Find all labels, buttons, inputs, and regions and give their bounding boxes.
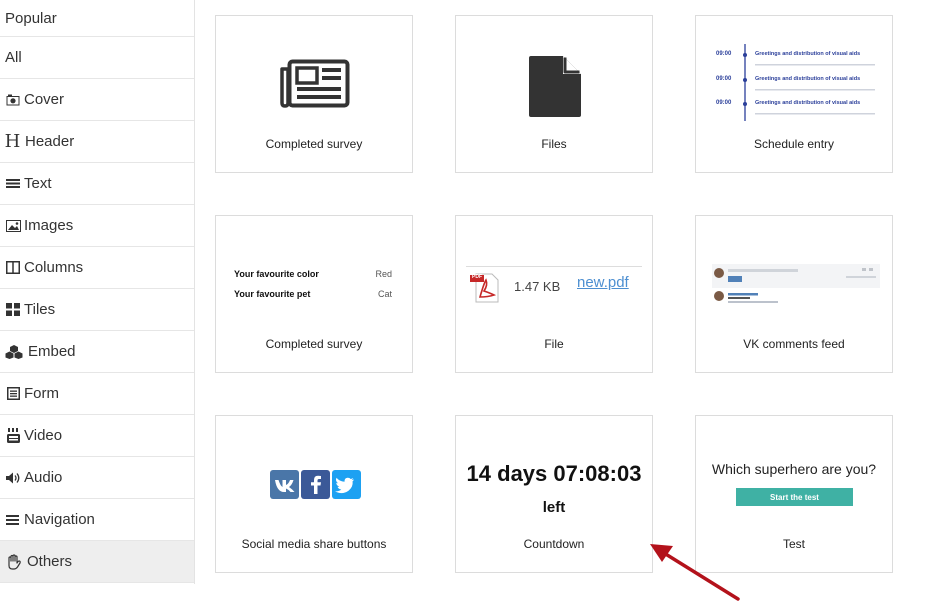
schedule-time: 09:00: [716, 51, 732, 57]
cubes-icon: [5, 344, 23, 360]
sidebar-item-label: Audio: [24, 469, 63, 486]
schedule-title: Greetings and distribution of visual aid…: [755, 76, 861, 82]
sidebar-item-all[interactable]: All: [0, 37, 194, 79]
block-card-social-media-share-buttons[interactable]: Social media share buttons: [215, 415, 413, 573]
survey-question: Your favourite color: [234, 269, 319, 279]
sidebar-item-label: Form: [24, 385, 59, 402]
schedule-time: 09:00: [716, 76, 732, 82]
schedule-title: Greetings and distribution of visual aid…: [755, 51, 861, 57]
block-preview: Your favourite color Red Your favourite …: [216, 216, 412, 336]
block-card-label: Countdown: [523, 537, 585, 551]
comments-feed: [712, 264, 880, 303]
sidebar-item-label: Cover: [24, 91, 65, 108]
pdf-badge: PDF: [472, 274, 482, 280]
sidebar-item-label: Text: [24, 175, 52, 192]
sidebar-item-label: Popular: [5, 9, 57, 27]
text-lines-icon: [5, 176, 21, 192]
social-icons: [270, 470, 361, 499]
block-preview: [216, 416, 412, 536]
block-card-schedule-entry[interactable]: 09:00 Greetings and distribution of visu…: [695, 15, 893, 173]
sidebar-item-label: Header: [25, 133, 75, 150]
sidebar-item-audio[interactable]: Audio: [0, 457, 194, 499]
image-icon: [5, 218, 21, 234]
sidebar-item-text[interactable]: Text: [0, 163, 194, 205]
start-test-button: Start the test: [736, 488, 853, 506]
sidebar-item-form[interactable]: Form: [0, 373, 194, 415]
survey-answer: Cat: [377, 289, 392, 299]
sidebar-item-images[interactable]: Images: [0, 205, 194, 247]
block-card-label: Files: [541, 137, 567, 151]
block-card-countdown[interactable]: 14 days 07:08:03 left Countdown: [455, 415, 653, 573]
survey-question: Your favourite pet: [234, 289, 311, 299]
speaker-icon: [5, 470, 21, 486]
file-size: 1.47 KB: [514, 279, 561, 294]
sidebar-item-header[interactable]: H Header: [0, 121, 194, 163]
sidebar-item-label: Embed: [28, 343, 76, 360]
form-icon: [5, 386, 21, 402]
sidebar-item-label: Tiles: [24, 301, 56, 318]
sidebar-item-popular[interactable]: Popular: [0, 0, 194, 37]
newspaper-icon: [280, 59, 350, 108]
sidebar-item-video[interactable]: Video: [0, 415, 194, 457]
block-card-files[interactable]: Files: [455, 15, 653, 173]
block-preview: [216, 16, 412, 136]
file-link[interactable]: new.pdf: [577, 274, 629, 291]
hand-icon: [5, 553, 23, 570]
sidebar-item-columns[interactable]: Columns: [0, 247, 194, 289]
block-card-label: Schedule entry: [753, 137, 835, 151]
block-card-label: Social media share buttons: [241, 537, 387, 551]
block-preview: PDF 1.47 KB new.pdf: [456, 216, 652, 336]
countdown-timer: 14 days 07:08:03: [466, 461, 642, 486]
block-card-completed-survey[interactable]: Completed survey: [215, 15, 413, 173]
schedule-title: Greetings and distribution of visual aid…: [755, 100, 861, 106]
schedule-time: 09:00: [716, 100, 732, 106]
sidebar-item-label: Others: [27, 553, 73, 570]
sidebar-item-navigation[interactable]: Navigation: [0, 499, 194, 541]
block-card-vk-comments-feed[interactable]: VK comments feed: [695, 215, 893, 373]
block-preview: 09:00 Greetings and distribution of visu…: [696, 16, 892, 136]
test-question: Which superhero are you?: [711, 461, 877, 477]
sidebar-item-label: Video: [24, 427, 63, 444]
sidebar-item-label: Images: [24, 217, 74, 234]
survey-row: Your favourite color Red: [234, 269, 392, 279]
sidebar-item-label: Navigation: [24, 511, 95, 528]
block-category-sidebar: Popular All Cover H Header Text Images C…: [0, 0, 195, 584]
countdown-suffix: left: [542, 499, 566, 516]
columns-icon: [5, 260, 21, 276]
block-card-label: File: [544, 337, 564, 351]
block-card-label: Completed survey: [265, 337, 363, 351]
block-card-file[interactable]: PDF 1.47 KB new.pdf File: [455, 215, 653, 373]
survey-answer: Red: [375, 269, 392, 279]
annotation-arrow: [650, 544, 740, 601]
sidebar-item-embed[interactable]: Embed: [0, 331, 194, 373]
sidebar-item-others[interactable]: Others: [0, 541, 194, 583]
file-divider: [466, 266, 642, 267]
block-card-label: Completed survey: [265, 137, 363, 151]
camera-icon: [5, 92, 21, 108]
sidebar-item-cover[interactable]: Cover: [0, 79, 194, 121]
hamburger-icon: [5, 512, 21, 528]
block-preview: Which superhero are you? Start the test: [696, 416, 892, 536]
youtube-icon: [5, 428, 21, 444]
tiles-icon: [5, 302, 21, 318]
sidebar-item-label: All: [5, 49, 22, 66]
sidebar-item-label: Columns: [24, 259, 84, 276]
block-card-completed-survey-table[interactable]: Your favourite color Red Your favourite …: [215, 215, 413, 373]
block-card-label: VK comments feed: [743, 337, 845, 351]
sidebar-item-tiles[interactable]: Tiles: [0, 289, 194, 331]
block-preview: [696, 216, 892, 336]
file-icon: [529, 56, 581, 117]
header-h-icon: H: [4, 131, 21, 152]
survey-row: Your favourite pet Cat: [234, 289, 392, 299]
block-preview: [456, 16, 652, 136]
block-preview: 14 days 07:08:03 left: [456, 416, 652, 536]
